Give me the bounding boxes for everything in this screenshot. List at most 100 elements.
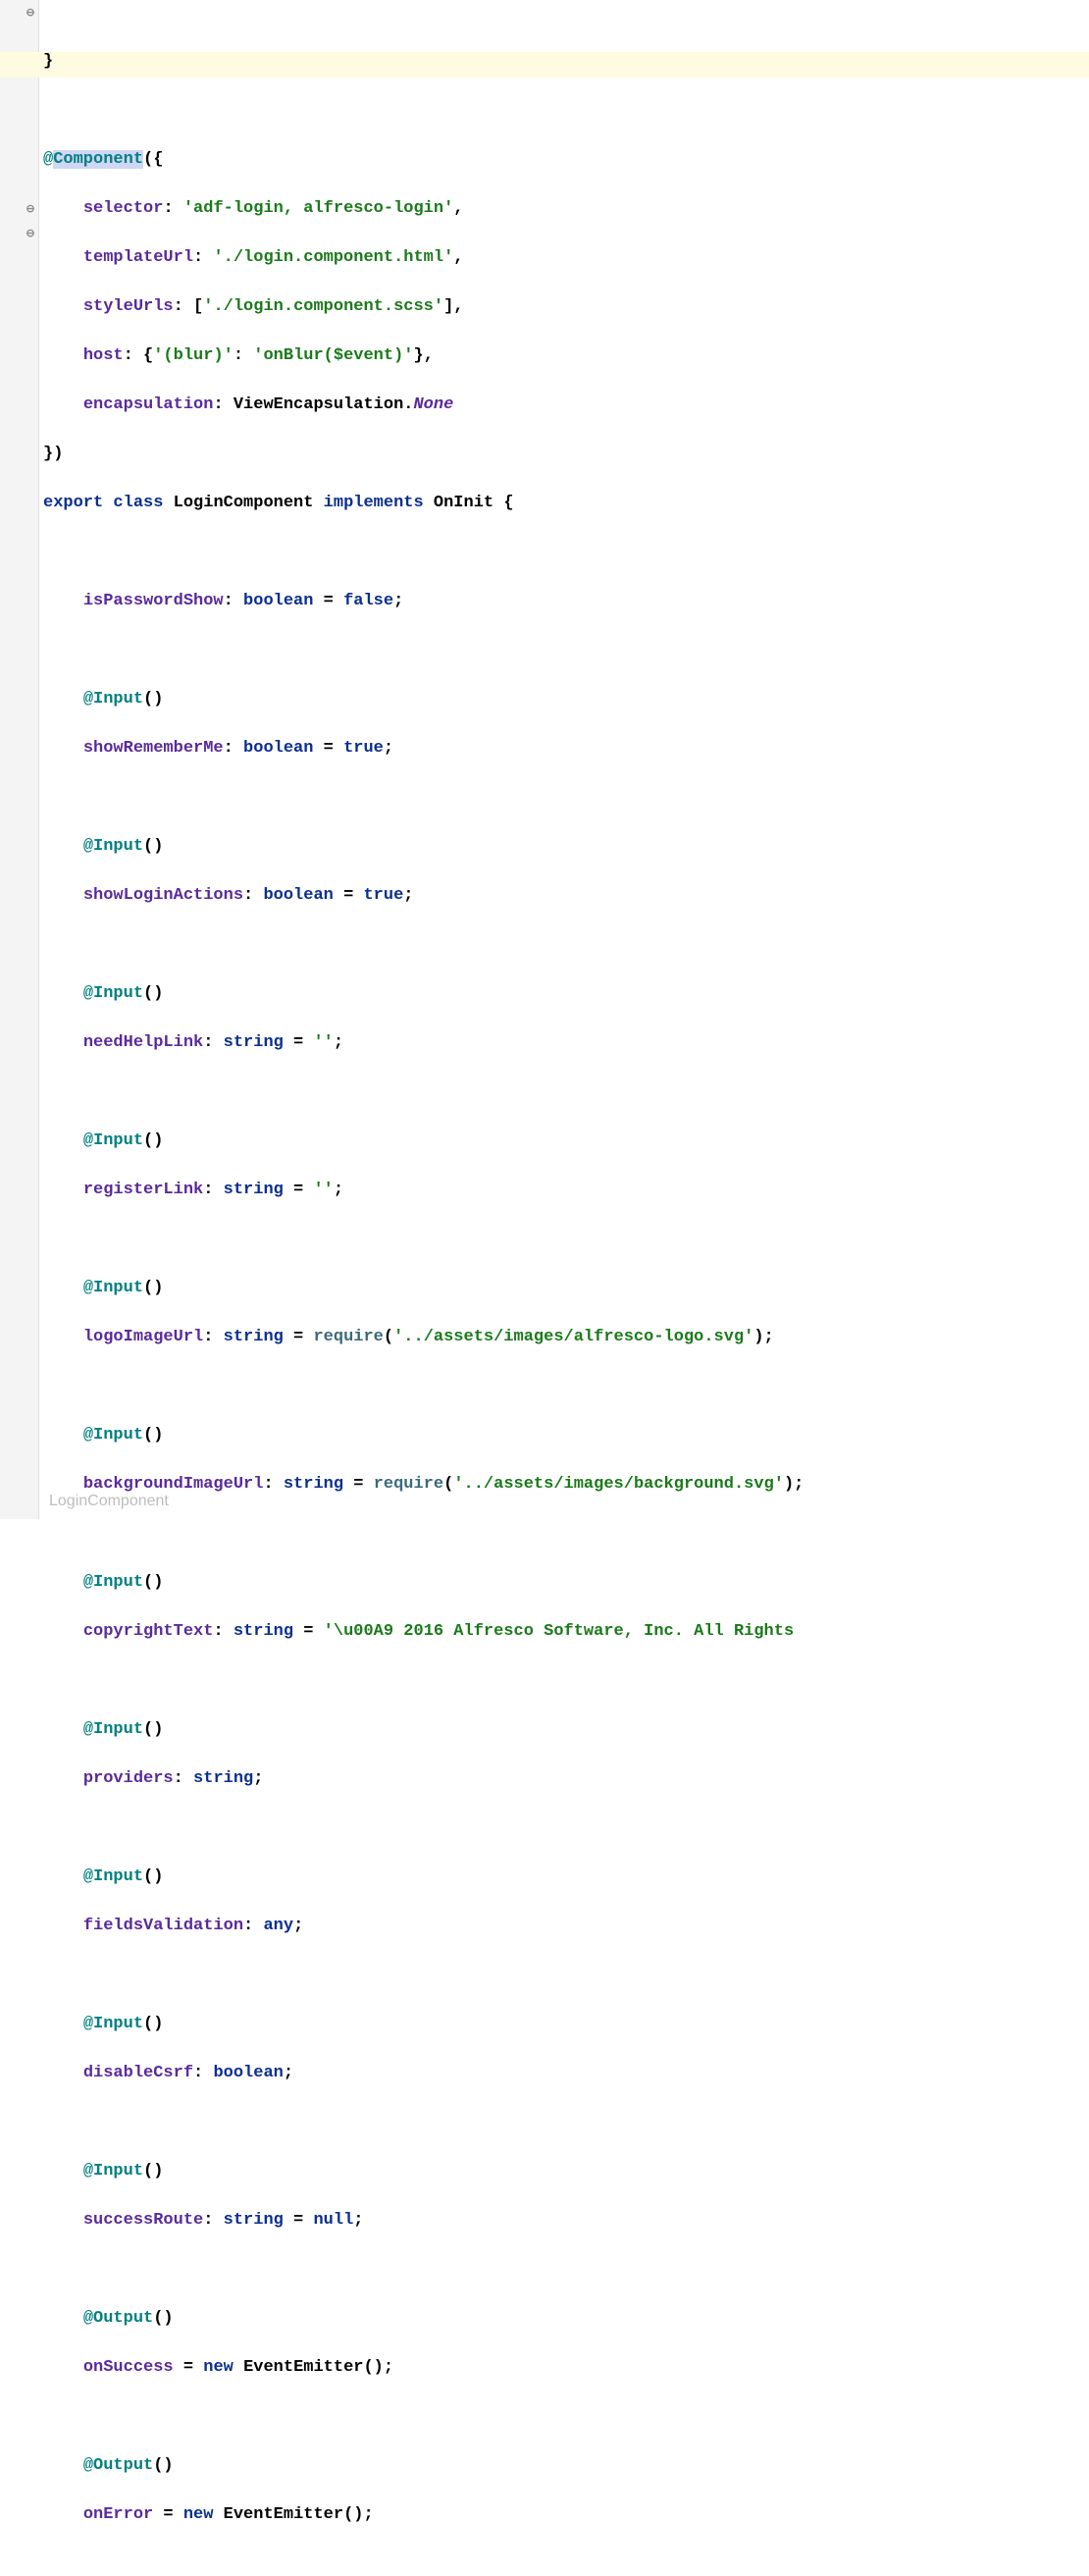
string-literal: 'adf-login, alfresco-login' xyxy=(183,199,453,218)
decorator-at: @ xyxy=(83,1426,93,1445)
prop-disablecsrf: disableCsrf xyxy=(83,2064,193,2082)
decorator-at: @ xyxy=(83,1867,93,1886)
string-literal: '' xyxy=(313,1181,333,1199)
keyword-new: new xyxy=(183,2505,214,2524)
string-literal: '../assets/images/background.svg' xyxy=(453,1475,784,1494)
keyword-implements: implements xyxy=(324,494,424,512)
decorator-at: @ xyxy=(83,2015,93,2033)
code-text: () xyxy=(143,1867,163,1886)
decorator-at: @ xyxy=(43,150,53,169)
code-text: () xyxy=(143,837,163,856)
string-literal: './login.component.html' xyxy=(213,248,453,267)
type-any: any xyxy=(263,1917,293,1935)
type-string: string xyxy=(224,2211,284,2230)
literal-true: true xyxy=(343,739,384,758)
code-text: { xyxy=(503,494,513,512)
decorator-input: Input xyxy=(93,837,143,856)
prop-needhelplink: needHelpLink xyxy=(83,1033,203,1052)
prop-selector: selector xyxy=(83,199,164,218)
class-eventemitter: EventEmitter xyxy=(243,2358,363,2377)
type-string: string xyxy=(224,1181,284,1199)
fold-icon[interactable]: ⊖ xyxy=(25,229,36,240)
code-text: ({ xyxy=(143,150,163,169)
decorator-at: @ xyxy=(83,1279,93,1297)
decorator-at: @ xyxy=(83,2456,93,2475)
interface-name: OnInit xyxy=(434,494,493,512)
type-string: string xyxy=(224,1328,284,1346)
decorator-input: Input xyxy=(93,2162,143,2181)
type-boolean: boolean xyxy=(243,739,313,758)
decorator-input: Input xyxy=(93,1426,143,1445)
fn-require: require xyxy=(374,1475,443,1494)
code-text: () xyxy=(143,1426,163,1445)
decorator-input: Input xyxy=(93,1131,143,1150)
string-literal: 'onBlur($event)' xyxy=(253,346,413,365)
code-text: }) xyxy=(43,445,63,463)
decorator-input: Input xyxy=(93,1867,143,1886)
decorator-at: @ xyxy=(83,2162,93,2181)
decorator-input: Input xyxy=(93,1573,143,1592)
decorator-input: Input xyxy=(93,2015,143,2033)
decorator-component: Component xyxy=(53,150,143,169)
prop-logoimageurl: logoImageUrl xyxy=(83,1328,203,1346)
class-eventemitter: EventEmitter xyxy=(224,2505,343,2524)
keyword-new: new xyxy=(203,2358,233,2377)
type-string: string xyxy=(224,1033,284,1052)
code-text: () xyxy=(153,2309,173,2328)
prop-registerlink: registerLink xyxy=(83,1181,203,1199)
prop-showloginactions: showLoginActions xyxy=(83,886,243,905)
decorator-at: @ xyxy=(83,2309,93,2328)
string-literal: './login.component.scss' xyxy=(203,297,443,316)
decorator-at: @ xyxy=(83,1573,93,1592)
string-literal: '\u00A9 xyxy=(324,1622,393,1641)
prop-host: host xyxy=(83,346,124,365)
decorator-input: Input xyxy=(93,1279,143,1297)
prop-backgroundimageurl: backgroundImageUrl xyxy=(83,1475,264,1494)
literal-null: null xyxy=(313,2211,353,2230)
decorator-input: Input xyxy=(93,1720,143,1739)
code-text: () xyxy=(153,2456,173,2475)
prop-styleurls: styleUrls xyxy=(83,297,174,316)
decorator-input: Input xyxy=(93,984,143,1003)
prop-providers: providers xyxy=(83,1769,174,1788)
prop-showrememberme: showRememberMe xyxy=(83,739,224,758)
code-text: () xyxy=(143,1720,163,1739)
keyword-class: class xyxy=(113,494,163,512)
string-literal: '../assets/images/alfresco-logo.svg' xyxy=(393,1328,753,1346)
fn-require: require xyxy=(313,1328,383,1346)
prop-ispasswordshow: isPasswordShow xyxy=(83,592,224,610)
type-string: string xyxy=(193,1769,253,1788)
enum-value: None xyxy=(413,395,453,414)
type-boolean: boolean xyxy=(213,2064,283,2082)
type-string: string xyxy=(284,1475,343,1494)
code-text: () xyxy=(143,1279,163,1297)
type-boolean: boolean xyxy=(263,886,333,905)
prop-onerror: onError xyxy=(83,2505,153,2524)
code-text: () xyxy=(143,984,163,1003)
literal-true: true xyxy=(363,886,403,905)
decorator-output: Output xyxy=(93,2309,153,2328)
code-text: () xyxy=(143,690,163,709)
type-string: string xyxy=(233,1622,293,1641)
prop-copyrighttext: copyrightText xyxy=(83,1622,214,1641)
literal-false: false xyxy=(343,592,393,610)
editor-gutter: ⊖ ⊖ ⊖ ⊖ xyxy=(0,0,39,1519)
fold-icon[interactable]: ⊖ xyxy=(25,8,36,20)
code-editor[interactable]: } @Component({ selector: 'adf-login, alf… xyxy=(43,0,1089,2576)
string-literal: 2016 Alfresco Software, Inc. All Rights xyxy=(393,1622,804,1641)
fold-icon[interactable]: ⊖ xyxy=(25,204,36,216)
type-boolean: boolean xyxy=(243,592,313,610)
prop-fieldsvalidation: fieldsValidation xyxy=(83,1917,243,1935)
string-literal: '(blur)' xyxy=(153,346,233,365)
decorator-at: @ xyxy=(83,1131,93,1150)
decorator-at: @ xyxy=(83,837,93,856)
prop-templateurl: templateUrl xyxy=(83,248,193,267)
code-text: () xyxy=(143,1131,163,1150)
prop-encapsulation: encapsulation xyxy=(83,395,214,414)
prop-successroute: successRoute xyxy=(83,2211,203,2230)
string-literal: '' xyxy=(313,1033,333,1052)
decorator-at: @ xyxy=(83,984,93,1003)
code-text: () xyxy=(143,2162,163,2181)
code-text: () xyxy=(143,2015,163,2033)
decorator-at: @ xyxy=(83,1720,93,1739)
